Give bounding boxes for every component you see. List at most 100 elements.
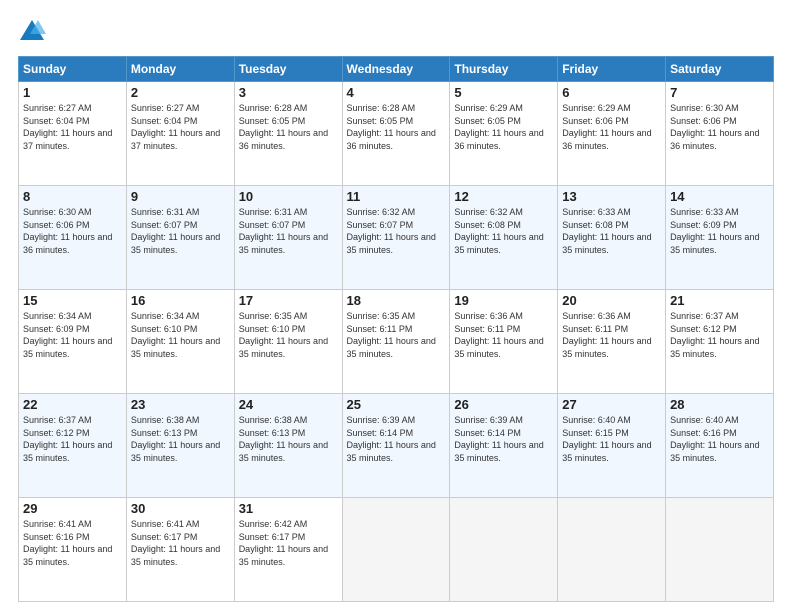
day-number: 26 [454, 397, 553, 412]
day-info: Sunrise: 6:39 AMSunset: 6:14 PMDaylight:… [347, 415, 436, 463]
day-number: 28 [670, 397, 769, 412]
day-number: 30 [131, 501, 230, 516]
day-number: 29 [23, 501, 122, 516]
calendar-cell: 21 Sunrise: 6:37 AMSunset: 6:12 PMDayligh… [666, 290, 774, 394]
calendar-cell: 24 Sunrise: 6:38 AMSunset: 6:13 PMDayligh… [234, 394, 342, 498]
weekday-header: Tuesday [234, 57, 342, 82]
calendar-cell: 22 Sunrise: 6:37 AMSunset: 6:12 PMDayligh… [19, 394, 127, 498]
day-number: 10 [239, 189, 338, 204]
calendar-cell: 26Sunrise: 6:39 AMSunset: 6:14 PMDayligh… [450, 394, 558, 498]
day-info: Sunrise: 6:28 AMSunset: 6:05 PMDaylight:… [347, 103, 436, 151]
day-info: Sunrise: 6:34 AMSunset: 6:09 PMDaylight:… [23, 311, 112, 359]
calendar-cell: 19Sunrise: 6:36 AMSunset: 6:11 PMDayligh… [450, 290, 558, 394]
day-info: Sunrise: 6:33 AMSunset: 6:08 PMDaylight:… [562, 207, 651, 255]
day-number: 20 [562, 293, 661, 308]
calendar-week-row: 8 Sunrise: 6:30 AMSunset: 6:06 PMDaylight… [19, 186, 774, 290]
day-info: Sunrise: 6:30 AMSunset: 6:06 PMDaylight:… [670, 103, 759, 151]
day-number: 27 [562, 397, 661, 412]
day-number: 23 [131, 397, 230, 412]
calendar-cell [342, 498, 450, 602]
day-info: Sunrise: 6:34 AMSunset: 6:10 PMDaylight:… [131, 311, 220, 359]
calendar-cell: 31 Sunrise: 6:42 AMSunset: 6:17 PMDayligh… [234, 498, 342, 602]
day-number: 1 [23, 85, 122, 100]
weekday-header: Sunday [19, 57, 127, 82]
day-number: 12 [454, 189, 553, 204]
calendar-cell: 7 Sunrise: 6:30 AMSunset: 6:06 PMDaylight… [666, 82, 774, 186]
logo-icon [18, 18, 46, 46]
day-info: Sunrise: 6:31 AMSunset: 6:07 PMDaylight:… [239, 207, 328, 255]
weekday-header: Friday [558, 57, 666, 82]
day-number: 2 [131, 85, 230, 100]
day-number: 25 [347, 397, 446, 412]
calendar-cell: 2 Sunrise: 6:27 AMSunset: 6:04 PMDaylight… [126, 82, 234, 186]
calendar-cell: 28 Sunrise: 6:40 AMSunset: 6:16 PMDayligh… [666, 394, 774, 498]
calendar-table: SundayMondayTuesdayWednesdayThursdayFrid… [18, 56, 774, 602]
calendar-cell [450, 498, 558, 602]
day-number: 15 [23, 293, 122, 308]
day-info: Sunrise: 6:38 AMSunset: 6:13 PMDaylight:… [239, 415, 328, 463]
calendar-cell [558, 498, 666, 602]
logo [18, 18, 50, 46]
day-info: Sunrise: 6:37 AMSunset: 6:12 PMDaylight:… [670, 311, 759, 359]
calendar-week-row: 1 Sunrise: 6:27 AMSunset: 6:04 PMDaylight… [19, 82, 774, 186]
calendar-week-row: 22 Sunrise: 6:37 AMSunset: 6:12 PMDayligh… [19, 394, 774, 498]
calendar-cell: 4 Sunrise: 6:28 AMSunset: 6:05 PMDaylight… [342, 82, 450, 186]
day-info: Sunrise: 6:32 AMSunset: 6:08 PMDaylight:… [454, 207, 543, 255]
calendar-cell: 12 Sunrise: 6:32 AMSunset: 6:08 PMDayligh… [450, 186, 558, 290]
day-number: 21 [670, 293, 769, 308]
day-number: 5 [454, 85, 553, 100]
weekday-header: Saturday [666, 57, 774, 82]
day-info: Sunrise: 6:28 AMSunset: 6:05 PMDaylight:… [239, 103, 328, 151]
weekday-header: Monday [126, 57, 234, 82]
calendar-cell: 30Sunrise: 6:41 AMSunset: 6:17 PMDayligh… [126, 498, 234, 602]
calendar-cell: 20 Sunrise: 6:36 AMSunset: 6:11 PMDayligh… [558, 290, 666, 394]
calendar-cell: 29Sunrise: 6:41 AMSunset: 6:16 PMDayligh… [19, 498, 127, 602]
day-number: 16 [131, 293, 230, 308]
day-info: Sunrise: 6:40 AMSunset: 6:16 PMDaylight:… [670, 415, 759, 463]
day-info: Sunrise: 6:31 AMSunset: 6:07 PMDaylight:… [131, 207, 220, 255]
day-info: Sunrise: 6:36 AMSunset: 6:11 PMDaylight:… [562, 311, 651, 359]
day-number: 8 [23, 189, 122, 204]
day-info: Sunrise: 6:27 AMSunset: 6:04 PMDaylight:… [23, 103, 112, 151]
day-info: Sunrise: 6:30 AMSunset: 6:06 PMDaylight:… [23, 207, 112, 255]
calendar-cell: 16 Sunrise: 6:34 AMSunset: 6:10 PMDayligh… [126, 290, 234, 394]
calendar-cell: 15 Sunrise: 6:34 AMSunset: 6:09 PMDayligh… [19, 290, 127, 394]
calendar-cell: 13 Sunrise: 6:33 AMSunset: 6:08 PMDayligh… [558, 186, 666, 290]
day-number: 11 [347, 189, 446, 204]
weekday-header: Wednesday [342, 57, 450, 82]
calendar-cell: 11Sunrise: 6:32 AMSunset: 6:07 PMDayligh… [342, 186, 450, 290]
calendar-week-row: 15 Sunrise: 6:34 AMSunset: 6:09 PMDayligh… [19, 290, 774, 394]
day-number: 22 [23, 397, 122, 412]
day-number: 14 [670, 189, 769, 204]
day-number: 17 [239, 293, 338, 308]
weekday-header-row: SundayMondayTuesdayWednesdayThursdayFrid… [19, 57, 774, 82]
day-number: 7 [670, 85, 769, 100]
header [18, 18, 774, 46]
day-number: 6 [562, 85, 661, 100]
day-info: Sunrise: 6:27 AMSunset: 6:04 PMDaylight:… [131, 103, 220, 151]
day-number: 4 [347, 85, 446, 100]
calendar-cell: 14 Sunrise: 6:33 AMSunset: 6:09 PMDayligh… [666, 186, 774, 290]
day-info: Sunrise: 6:35 AMSunset: 6:11 PMDaylight:… [347, 311, 436, 359]
day-info: Sunrise: 6:40 AMSunset: 6:15 PMDaylight:… [562, 415, 651, 463]
day-number: 24 [239, 397, 338, 412]
calendar-cell: 9Sunrise: 6:31 AMSunset: 6:07 PMDaylight… [126, 186, 234, 290]
calendar-cell: 17 Sunrise: 6:35 AMSunset: 6:10 PMDayligh… [234, 290, 342, 394]
day-number: 19 [454, 293, 553, 308]
day-info: Sunrise: 6:35 AMSunset: 6:10 PMDaylight:… [239, 311, 328, 359]
day-info: Sunrise: 6:42 AMSunset: 6:17 PMDaylight:… [239, 519, 328, 567]
calendar-cell: 5 Sunrise: 6:29 AMSunset: 6:05 PMDaylight… [450, 82, 558, 186]
day-info: Sunrise: 6:29 AMSunset: 6:05 PMDaylight:… [454, 103, 543, 151]
day-info: Sunrise: 6:33 AMSunset: 6:09 PMDaylight:… [670, 207, 759, 255]
calendar-cell: 3 Sunrise: 6:28 AMSunset: 6:05 PMDaylight… [234, 82, 342, 186]
calendar-cell: 1 Sunrise: 6:27 AMSunset: 6:04 PMDaylight… [19, 82, 127, 186]
calendar-cell: 8 Sunrise: 6:30 AMSunset: 6:06 PMDaylight… [19, 186, 127, 290]
calendar-cell: 27 Sunrise: 6:40 AMSunset: 6:15 PMDayligh… [558, 394, 666, 498]
day-info: Sunrise: 6:37 AMSunset: 6:12 PMDaylight:… [23, 415, 112, 463]
day-number: 13 [562, 189, 661, 204]
day-number: 31 [239, 501, 338, 516]
day-info: Sunrise: 6:38 AMSunset: 6:13 PMDaylight:… [131, 415, 220, 463]
day-number: 3 [239, 85, 338, 100]
weekday-header: Thursday [450, 57, 558, 82]
calendar-week-row: 29Sunrise: 6:41 AMSunset: 6:16 PMDayligh… [19, 498, 774, 602]
